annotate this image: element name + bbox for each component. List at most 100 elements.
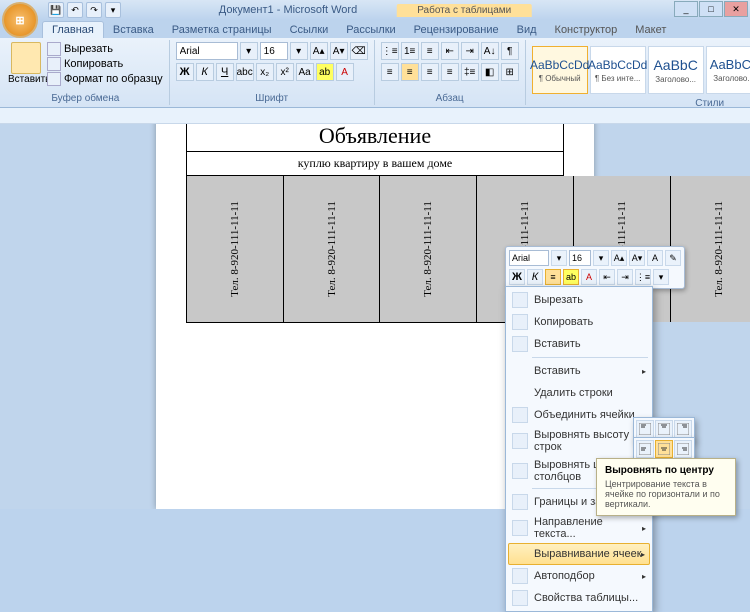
context-item[interactable]: Вырезать [508, 289, 650, 311]
multilevel-button[interactable]: ≡ [421, 42, 439, 60]
maximize-button[interactable]: □ [699, 1, 723, 17]
format-painter-button[interactable]: Формат по образцу [47, 72, 163, 86]
context-item[interactable]: Выравнивание ячеек▸ [508, 543, 650, 565]
shading-button[interactable]: ◧ [481, 63, 499, 81]
grow-font-icon[interactable]: A▴ [310, 42, 328, 60]
mt-bullets-button[interactable]: ⋮≡ [635, 269, 651, 285]
tab-layout[interactable]: Макет [626, 22, 675, 38]
clear-format-icon[interactable]: ⌫ [350, 42, 368, 60]
font-color-button[interactable]: A [336, 63, 354, 81]
numbering-button[interactable]: 1≡ [401, 42, 419, 60]
ribbon: Вставить Вырезать Копировать Формат по о… [0, 38, 750, 108]
justify-button[interactable]: ≡ [441, 63, 459, 81]
context-item[interactable]: Автоподбор▸ [508, 565, 650, 587]
highlight-button[interactable]: ab [316, 63, 334, 81]
mt-fontcolor-button[interactable]: A [581, 269, 597, 285]
tooltip-title: Выровнять по центру [605, 465, 727, 476]
tab-home[interactable]: Главная [42, 21, 104, 38]
close-button[interactable]: ✕ [724, 1, 748, 17]
style-heading2[interactable]: AaBbCcЗаголово... [706, 46, 750, 94]
context-item[interactable]: Копировать [508, 311, 650, 333]
mt-size-input[interactable] [569, 250, 591, 266]
style-nospacing[interactable]: AaBbCcDd¶ Без инте... [590, 46, 646, 94]
underline-button[interactable]: Ч [216, 63, 234, 81]
save-icon[interactable]: 💾 [48, 2, 64, 18]
case-button[interactable]: Aa [296, 63, 314, 81]
context-item[interactable]: Объединить ячейки [508, 404, 650, 426]
group-styles: AaBbCcDd¶ Обычный AaBbCcDd¶ Без инте... … [526, 40, 750, 105]
tab-mailings[interactable]: Рассылки [337, 22, 404, 38]
mt-size-dd-icon[interactable]: ▾ [593, 250, 609, 266]
cut-button[interactable]: Вырезать [47, 42, 163, 56]
font-size-dropdown-icon[interactable]: ▾ [290, 42, 308, 60]
context-item[interactable]: Вставить▸ [508, 360, 650, 382]
align-right-button[interactable]: ≡ [421, 63, 439, 81]
horizontal-ruler[interactable] [0, 108, 750, 124]
italic-button[interactable]: К [196, 63, 214, 81]
font-size-input[interactable] [260, 42, 288, 60]
context-item-icon [512, 336, 528, 352]
align-left-button[interactable]: ≡ [381, 63, 399, 81]
mt-more-icon[interactable]: ▾ [653, 269, 669, 285]
qat-more-icon[interactable]: ▾ [105, 2, 121, 18]
table-subtitle-cell[interactable]: куплю квартиру в вашем доме [187, 152, 563, 176]
office-button[interactable]: ⊞ [2, 2, 38, 38]
tab-page-layout[interactable]: Разметка страницы [163, 22, 281, 38]
context-item[interactable]: Выровнять высоту строк [508, 426, 650, 456]
style-normal[interactable]: AaBbCcDd¶ Обычный [532, 46, 588, 94]
mt-font-input[interactable] [509, 250, 549, 266]
brush-icon [47, 72, 61, 86]
line-spacing-button[interactable]: ‡≡ [461, 63, 479, 81]
context-item[interactable]: Свойства таблицы... [508, 587, 650, 609]
mt-styles-icon[interactable]: A [647, 250, 663, 266]
mt-brush-icon[interactable]: ✎ [665, 250, 681, 266]
tab-review[interactable]: Рецензирование [405, 22, 508, 38]
align-tl-button[interactable] [636, 420, 654, 438]
redo-icon[interactable]: ↷ [86, 2, 102, 18]
context-item[interactable]: Вставить [508, 333, 650, 355]
align-tr-button[interactable] [674, 420, 692, 438]
table-title-cell[interactable]: Объявление [187, 124, 563, 152]
bold-button[interactable]: Ж [176, 63, 194, 81]
mt-highlight-button[interactable]: ab [563, 269, 579, 285]
align-ml-button[interactable] [636, 440, 654, 458]
copy-button[interactable]: Копировать [47, 57, 163, 71]
indent-inc-button[interactable]: ⇥ [461, 42, 479, 60]
tab-design[interactable]: Конструктор [546, 22, 627, 38]
style-heading1[interactable]: AaBbCЗаголово... [648, 46, 704, 94]
context-item[interactable]: Направление текста...▸ [508, 513, 650, 543]
mt-align-center-button[interactable]: ≡ [545, 269, 561, 285]
mt-bold-button[interactable]: Ж [509, 269, 525, 285]
tab-references[interactable]: Ссылки [281, 22, 338, 38]
tab-insert[interactable]: Вставка [104, 22, 163, 38]
undo-icon[interactable]: ↶ [67, 2, 83, 18]
strike-button[interactable]: abc [236, 63, 254, 81]
bullets-button[interactable]: ⋮≡ [381, 42, 399, 60]
context-item[interactable]: Удалить строки [508, 382, 650, 404]
mt-italic-button[interactable]: К [527, 269, 543, 285]
superscript-button[interactable]: x² [276, 63, 294, 81]
show-marks-button[interactable]: ¶ [501, 42, 519, 60]
minimize-button[interactable]: _ [674, 1, 698, 17]
subscript-button[interactable]: x₂ [256, 63, 274, 81]
align-tc-button[interactable] [655, 420, 673, 438]
paste-button[interactable]: Вставить [8, 42, 44, 93]
align-mr-button[interactable] [674, 440, 692, 458]
table-phone-cell[interactable]: Тел. 8-920-111-11-11 [187, 176, 284, 322]
sort-button[interactable]: A↓ [481, 42, 499, 60]
shrink-font-icon[interactable]: A▾ [330, 42, 348, 60]
font-name-dropdown-icon[interactable]: ▾ [240, 42, 258, 60]
tab-view[interactable]: Вид [508, 22, 546, 38]
align-mc-button[interactable] [655, 440, 673, 458]
borders-button[interactable]: ⊞ [501, 63, 519, 81]
table-phone-cell[interactable]: Тел. 8-920-111-11-11 [284, 176, 381, 322]
mt-indent-dec-button[interactable]: ⇤ [599, 269, 615, 285]
mt-font-dd-icon[interactable]: ▾ [551, 250, 567, 266]
align-center-button[interactable]: ≡ [401, 63, 419, 81]
indent-dec-button[interactable]: ⇤ [441, 42, 459, 60]
mt-shrink-icon[interactable]: A▾ [629, 250, 645, 266]
font-name-input[interactable] [176, 42, 238, 60]
mt-indent-inc-button[interactable]: ⇥ [617, 269, 633, 285]
mt-grow-icon[interactable]: A▴ [611, 250, 627, 266]
table-phone-cell[interactable]: Тел. 8-920-111-11-11 [380, 176, 477, 322]
